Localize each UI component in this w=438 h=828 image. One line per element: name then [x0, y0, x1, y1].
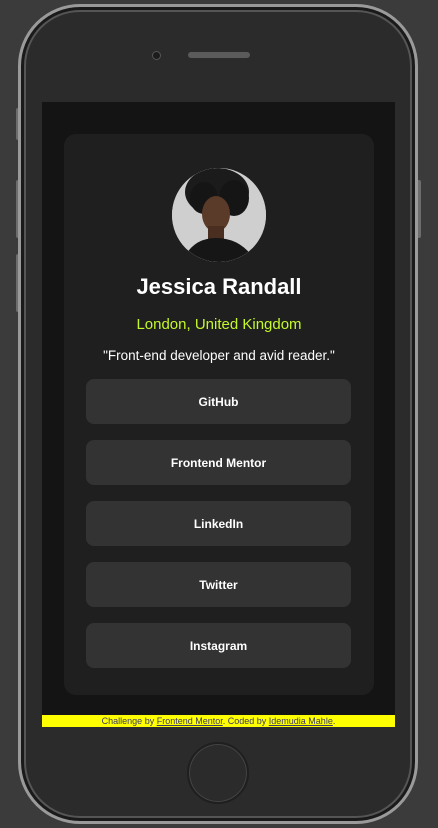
linkedin-link-button[interactable]: LinkedIn [86, 501, 351, 546]
attribution-prefix: Challenge by [101, 716, 157, 726]
attribution-footer: Challenge by Frontend Mentor. Coded by I… [42, 715, 395, 727]
frontend-mentor-attribution-link[interactable]: Frontend Mentor [157, 716, 223, 726]
github-link-button[interactable]: GitHub [86, 379, 351, 424]
attribution-suffix: . [332, 716, 336, 726]
profile-location: London, United Kingdom [136, 316, 302, 333]
social-links-list: GitHub Frontend Mentor LinkedIn Twitter … [86, 379, 351, 684]
attribution-middle: . Coded by [222, 716, 269, 726]
device-preview: Jessica Randall London, United Kingdom "… [0, 0, 438, 828]
home-button[interactable] [187, 742, 249, 804]
profile-bio: "Front-end developer and avid reader." [103, 348, 335, 363]
avatar-image [172, 168, 266, 262]
phone-speaker [188, 52, 250, 58]
author-attribution-link[interactable]: Idemudia Mahle [269, 716, 333, 726]
front-camera [152, 51, 161, 60]
frontend-mentor-link-button[interactable]: Frontend Mentor [86, 440, 351, 485]
profile-name: Jessica Randall [136, 274, 302, 299]
instagram-link-button[interactable]: Instagram [86, 623, 351, 668]
twitter-link-button[interactable]: Twitter [86, 562, 351, 607]
avatar [172, 168, 266, 262]
profile-card: Jessica Randall London, United Kingdom "… [64, 134, 374, 695]
phone-screen: Jessica Randall London, United Kingdom "… [42, 102, 395, 727]
